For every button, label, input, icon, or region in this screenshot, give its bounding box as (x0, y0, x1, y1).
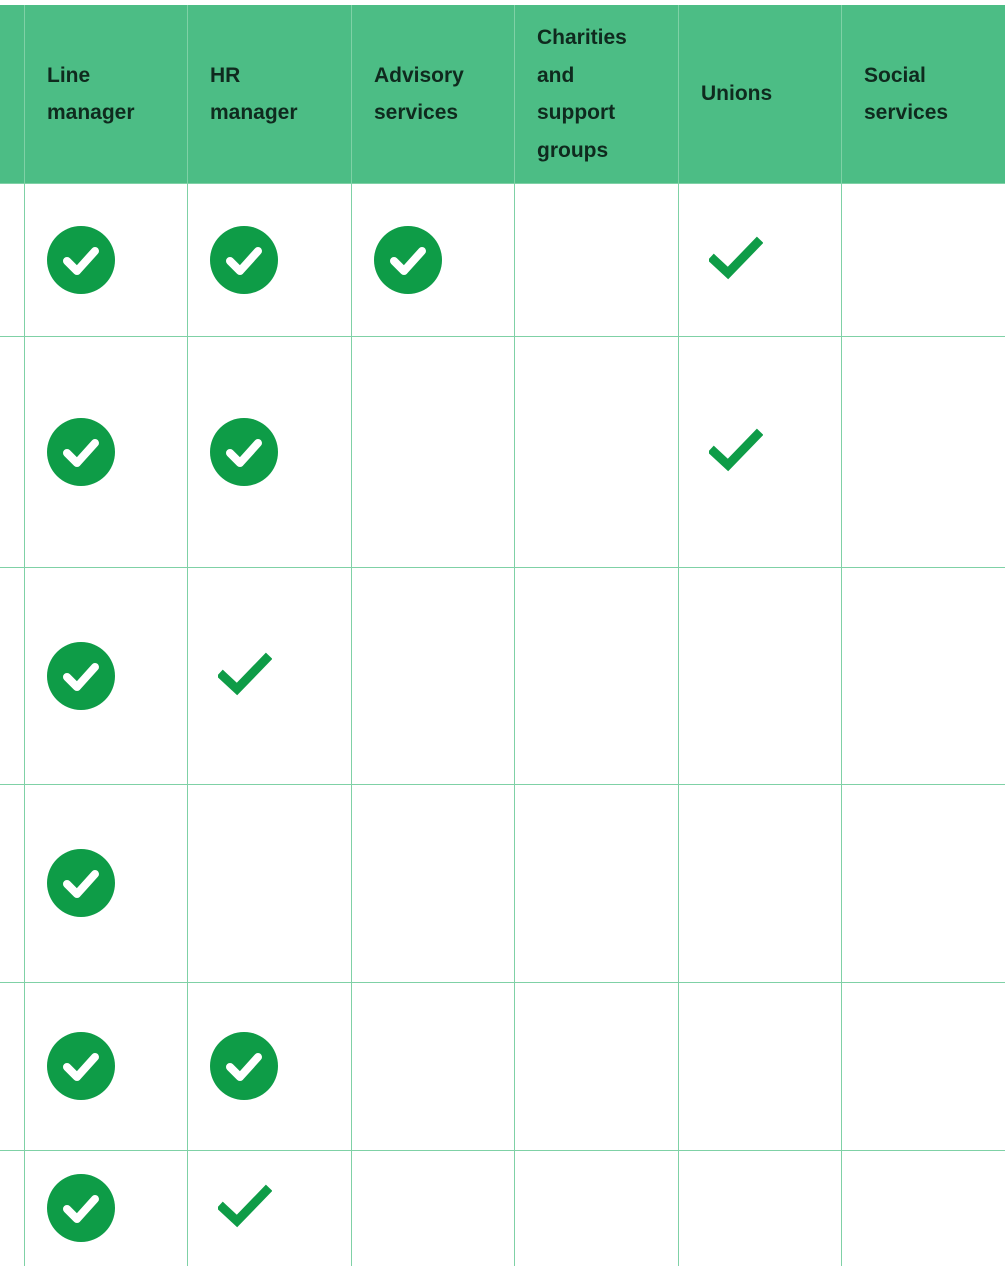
row-divider (0, 567, 1005, 568)
header-left-edge (0, 5, 24, 183)
check-circle-icon (47, 641, 115, 710)
column-header-charities: Charities and support groups (514, 5, 678, 183)
column-header-advisory-services: Advisory services (351, 5, 514, 183)
column-header-label: Social services (864, 63, 949, 125)
check-circle-icon (47, 1174, 115, 1242)
column-divider (514, 5, 515, 1266)
column-divider (351, 5, 352, 1266)
column-header-social-services: Social services (841, 5, 1005, 183)
check-circle-icon (210, 1032, 278, 1100)
column-divider (678, 5, 679, 1266)
column-header-label: Advisory services (374, 63, 464, 125)
check-circle-icon (47, 1032, 115, 1100)
row-divider (0, 784, 1005, 785)
check-circle-icon (374, 225, 442, 294)
column-header-label: Line manager (47, 63, 135, 125)
row-divider (0, 336, 1005, 337)
check-mark-icon (216, 1184, 273, 1228)
check-circle-icon (47, 849, 115, 917)
column-divider (841, 5, 842, 1266)
column-header-label: Charities and support groups (537, 26, 627, 162)
column-header-label: Unions (701, 82, 773, 106)
check-mark-icon (216, 652, 273, 696)
check-circle-icon (210, 225, 278, 294)
column-header-line-manager: Line manager (24, 5, 187, 183)
check-mark-icon (707, 236, 764, 280)
check-circle-icon (210, 417, 278, 486)
column-divider (24, 5, 25, 1266)
column-header-hr-manager: HR manager (187, 5, 351, 183)
check-circle-icon (47, 225, 115, 294)
row-divider (0, 183, 1005, 184)
row-divider (0, 982, 1005, 983)
column-header-label: HR manager (210, 63, 298, 125)
support-table: Line manager HR manager Advisory services C… (0, 0, 1005, 1266)
check-mark-icon (707, 428, 764, 472)
column-header-unions: Unions (678, 5, 841, 183)
column-divider (187, 5, 188, 1266)
check-circle-icon (47, 417, 115, 486)
row-divider (0, 1150, 1005, 1151)
